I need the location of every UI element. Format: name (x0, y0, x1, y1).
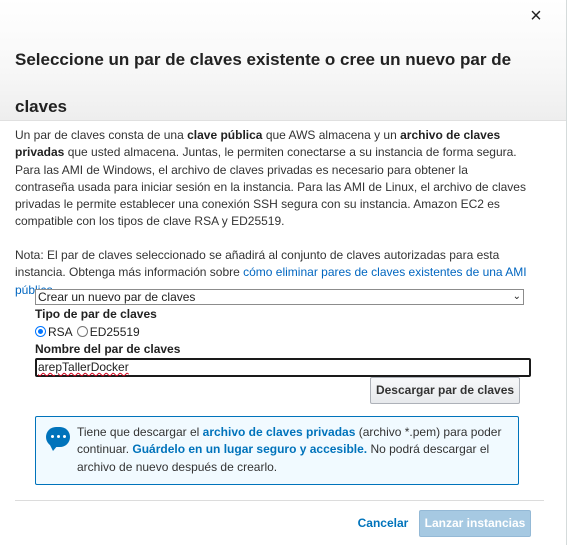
key-pair-option-value: Crear un nuevo par de claves (38, 290, 196, 304)
intro-text-3: que usted almacena. Juntas, le permiten … (15, 145, 526, 229)
key-name-value: arepTallerDocker (38, 360, 129, 374)
radio-ed25519-label[interactable]: ED25519 (90, 325, 140, 339)
key-name-input[interactable]: arepTallerDocker (35, 358, 531, 377)
key-type-radio-group: RSA ED25519 (35, 324, 144, 339)
radio-rsa-label[interactable]: RSA (48, 325, 73, 339)
chevron-down-icon: ⌄ (512, 291, 521, 302)
intro-text-2: que AWS almacena y un (262, 128, 401, 142)
download-key-pair-button[interactable]: Descargar par de claves (370, 377, 520, 404)
info-alert: Tiene que descargar el archivo de claves… (35, 416, 519, 485)
launch-instances-button[interactable]: Lanzar instancias (419, 510, 531, 537)
key-pair-dialog: Seleccione un par de claves existente o … (0, 0, 567, 545)
intro-paragraph: Un par de claves consta de una clave púb… (15, 127, 530, 231)
close-icon[interactable]: × (526, 6, 546, 26)
intro-text-1: Un par de claves consta de una (15, 128, 188, 142)
radio-ed25519[interactable] (76, 326, 88, 337)
footer-divider (15, 500, 544, 501)
cancel-button[interactable]: Cancelar (353, 511, 413, 535)
key-pair-option-select[interactable]: Crear un nuevo par de claves ⌄ (35, 289, 524, 305)
info-bold-keep-safe: Guárdelo en un lugar seguro y accesible. (132, 442, 368, 457)
dialog-title: Seleccione un par de claves existente o … (15, 50, 512, 116)
speech-bubble-icon (46, 427, 70, 451)
dialog-header: Seleccione un par de claves existente o … (0, 0, 566, 121)
intro-bold-public-key: clave pública (187, 128, 263, 142)
info-text-1: Tiene que descargar el (77, 425, 203, 439)
radio-rsa[interactable] (35, 326, 46, 337)
key-type-label: Tipo de par de claves (35, 307, 157, 321)
key-name-label: Nombre del par de claves (35, 342, 181, 356)
info-alert-text: Tiene que descargar el archivo de claves… (77, 424, 509, 476)
info-bold-private-key-file: archivo de claves privadas (202, 425, 356, 439)
